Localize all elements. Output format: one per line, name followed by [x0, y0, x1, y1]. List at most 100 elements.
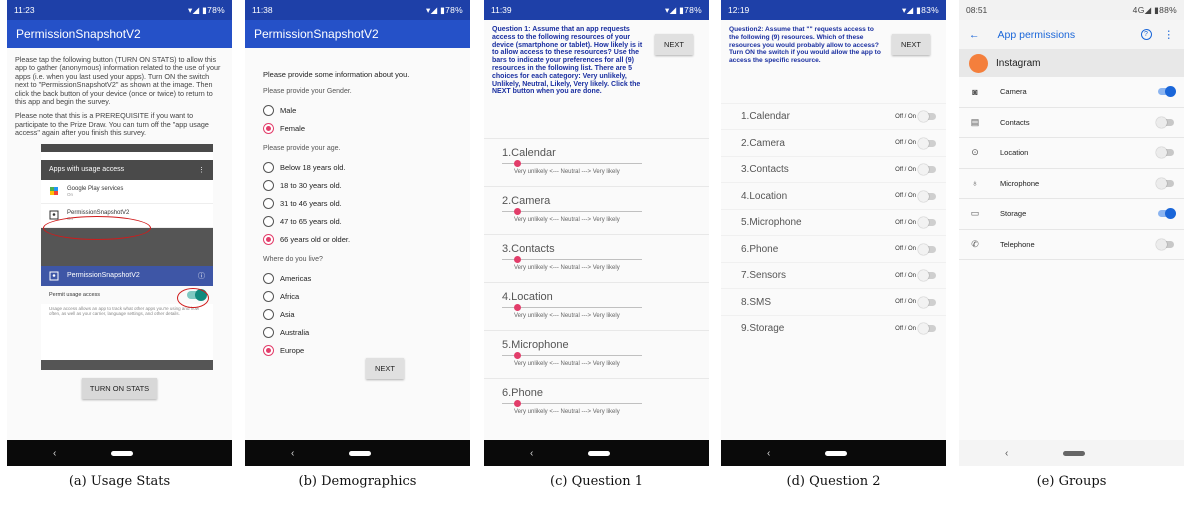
- permission-row-microphone[interactable]: ♁ Microphone: [959, 168, 1184, 199]
- gender-option-label: Male: [280, 105, 297, 115]
- slider-thumb[interactable]: [514, 304, 521, 312]
- region-option[interactable]: Europe: [263, 341, 470, 359]
- back-icon[interactable]: ‹: [291, 448, 307, 459]
- allow-switch[interactable]: [918, 111, 936, 123]
- likelihood-slider[interactable]: [502, 208, 642, 216]
- likelihood-slider[interactable]: [502, 304, 642, 312]
- likelihood-slider[interactable]: [502, 352, 642, 360]
- radio-button[interactable]: [263, 308, 274, 320]
- radio-button[interactable]: [263, 290, 274, 302]
- home-pill[interactable]: [1063, 450, 1085, 456]
- age-option[interactable]: 66 years old or older.: [263, 230, 470, 248]
- radio-button[interactable]: [263, 197, 274, 209]
- next-button[interactable]: NEXT: [655, 34, 694, 55]
- highlight-ellipse-app: [43, 215, 151, 240]
- radio-button[interactable]: [263, 326, 274, 338]
- region-option[interactable]: Australia: [263, 323, 470, 341]
- off-on-label: Off / On: [895, 193, 916, 200]
- highlight-ellipse-toggle: [177, 287, 209, 308]
- resource-name: 3.Contacts: [502, 243, 555, 256]
- phone-question-1: 11:39 ▾◢ ▮78% Question 1: Assume that an…: [484, 0, 709, 466]
- slider-thumb[interactable]: [514, 160, 521, 168]
- permission-row-storage[interactable]: ▭ Storage: [959, 199, 1184, 230]
- region-option-label: Australia: [280, 327, 310, 337]
- help-icon[interactable]: ?: [1140, 29, 1152, 40]
- app-title: PermissionSnapshotV2: [245, 20, 470, 48]
- likelihood-slider[interactable]: [502, 256, 642, 264]
- allow-switch[interactable]: [918, 137, 936, 149]
- home-pill[interactable]: [349, 450, 371, 456]
- radio-button[interactable]: [263, 344, 274, 356]
- slider-thumb[interactable]: [514, 208, 521, 216]
- back-icon[interactable]: ‹: [53, 448, 69, 459]
- allow-switch[interactable]: [918, 296, 936, 308]
- turn-on-stats-button[interactable]: TURN ON STATS: [81, 377, 158, 399]
- back-arrow-icon[interactable]: ←: [969, 29, 980, 41]
- resource-switch-list: 1.Calendar Off / On 2.Camera Off / On 3.Cont…: [721, 102, 946, 342]
- permission-toggle[interactable]: [1156, 116, 1174, 128]
- allow-switch[interactable]: [918, 243, 936, 255]
- gender-options: Male Female: [263, 101, 470, 137]
- permission-row-location[interactable]: ⊙ Location: [959, 138, 1184, 169]
- switch-group: Off / On: [895, 217, 936, 229]
- status-bar: 12:19 ▾◢ ▮83%: [721, 0, 946, 20]
- off-on-label: Off / On: [895, 246, 916, 253]
- allow-switch[interactable]: [918, 323, 936, 335]
- location-icon: ⊙: [971, 147, 979, 158]
- home-pill[interactable]: [825, 450, 847, 456]
- permission-toggle[interactable]: [1158, 86, 1176, 98]
- inset-footer: [41, 359, 213, 370]
- resource-name: 8.SMS: [741, 296, 772, 308]
- age-option[interactable]: Below 18 years old.: [263, 158, 470, 176]
- status-icons: ▾◢ ▮78%: [188, 4, 225, 15]
- likelihood-slider[interactable]: [502, 160, 642, 168]
- allow-switch[interactable]: [918, 270, 936, 282]
- region-option[interactable]: Africa: [263, 287, 470, 305]
- status-bar: 11:39 ▾◢ ▮78%: [484, 0, 709, 20]
- permission-toggle[interactable]: [1156, 238, 1174, 250]
- more-icon[interactable]: ⋮: [1164, 29, 1175, 41]
- radio-button[interactable]: [263, 215, 274, 227]
- back-icon[interactable]: ‹: [530, 448, 546, 459]
- home-pill[interactable]: [111, 450, 133, 456]
- home-pill[interactable]: [588, 450, 610, 456]
- gender-option[interactable]: Female: [263, 119, 470, 137]
- slider-thumb[interactable]: [514, 352, 521, 360]
- prerequisite-note: Please note that this is a PREREQUISITE …: [15, 111, 209, 138]
- permission-toggle[interactable]: [1156, 177, 1174, 189]
- region-option[interactable]: Americas: [263, 269, 470, 287]
- allow-switch[interactable]: [918, 190, 936, 202]
- radio-button[interactable]: [263, 161, 274, 173]
- next-button[interactable]: NEXT: [366, 358, 405, 379]
- radio-button[interactable]: [263, 272, 274, 284]
- age-option[interactable]: 18 to 30 years old.: [263, 176, 470, 194]
- resource-name: 6.Phone: [502, 387, 543, 400]
- back-icon[interactable]: ‹: [767, 448, 783, 459]
- radio-button[interactable]: [263, 104, 274, 116]
- allow-switch[interactable]: [918, 217, 936, 229]
- age-option-label: 66 years old or older.: [280, 234, 351, 244]
- region-option-label: Europe: [280, 345, 305, 355]
- region-option[interactable]: Asia: [263, 305, 470, 323]
- allow-switch[interactable]: [918, 164, 936, 176]
- gender-option[interactable]: Male: [263, 101, 470, 119]
- slider-thumb[interactable]: [514, 400, 521, 408]
- back-icon[interactable]: ‹: [1005, 448, 1021, 459]
- app-title: PermissionSnapshotV2: [7, 20, 232, 48]
- radio-button[interactable]: [263, 179, 274, 191]
- permission-toggle[interactable]: [1158, 208, 1176, 220]
- permission-toggle[interactable]: [1156, 147, 1174, 159]
- age-option[interactable]: 47 to 65 years old.: [263, 212, 470, 230]
- radio-button[interactable]: [263, 122, 274, 134]
- permission-row-telephone[interactable]: ✆ Telephone: [959, 229, 1184, 260]
- slider-thumb[interactable]: [514, 256, 521, 264]
- permission-row-contacts[interactable]: ▤ Contacts: [959, 107, 1184, 138]
- next-button[interactable]: NEXT: [892, 34, 931, 55]
- permission-row-camera[interactable]: ◙ Camera: [959, 77, 1184, 108]
- likelihood-slider[interactable]: [502, 400, 642, 408]
- resource-name: 1.Calendar: [741, 111, 790, 123]
- phone-question-2: 12:19 ▾◢ ▮83% Question2: Assume that "" …: [721, 0, 946, 466]
- radio-button[interactable]: [263, 233, 274, 245]
- puzzle-icon: [50, 187, 58, 196]
- age-option[interactable]: 31 to 46 years old.: [263, 194, 470, 212]
